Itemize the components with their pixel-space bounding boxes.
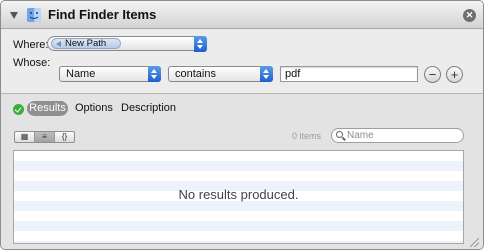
tab-options[interactable]: Options bbox=[75, 101, 113, 116]
success-check-icon bbox=[13, 104, 24, 115]
operator-stepper-icon bbox=[260, 66, 273, 82]
icon-view-icon[interactable]: ▦ bbox=[15, 132, 35, 142]
list-view-icon[interactable]: ≡ bbox=[35, 132, 55, 142]
where-stepper-icon bbox=[194, 36, 207, 52]
operator-popup[interactable]: contains bbox=[168, 66, 273, 82]
where-value: New Path bbox=[65, 38, 107, 49]
action-options: Where: New Path Whose: Name contains pdf… bbox=[1, 30, 483, 93]
results-search-input[interactable]: Name bbox=[331, 128, 464, 143]
finder-icon bbox=[27, 8, 41, 22]
attribute-stepper-icon bbox=[148, 66, 161, 82]
search-icon bbox=[336, 131, 343, 138]
results-list[interactable]: No results produced. bbox=[13, 150, 464, 244]
action-panel: Find Finder Items ✕ Where: New Path Whos… bbox=[0, 0, 484, 250]
where-path-popup[interactable]: New Path bbox=[47, 36, 207, 52]
results-area: Results Options Description ▦ ≡ {} 0 ite… bbox=[1, 93, 483, 249]
view-mode-selector: ▦ ≡ {} bbox=[14, 131, 75, 143]
tab-description[interactable]: Description bbox=[121, 101, 176, 116]
search-placeholder: Name bbox=[347, 130, 374, 141]
operator-value: contains bbox=[175, 68, 216, 80]
where-label: Where: bbox=[13, 39, 49, 51]
remove-criterion-button[interactable]: − bbox=[424, 66, 441, 83]
action-title: Find Finder Items bbox=[48, 7, 157, 22]
whose-label: Whose: bbox=[13, 57, 51, 69]
tab-results[interactable]: Results bbox=[27, 101, 68, 116]
close-icon[interactable]: ✕ bbox=[463, 9, 476, 22]
items-count: 0 items bbox=[292, 131, 322, 141]
attribute-value: Name bbox=[66, 68, 96, 80]
code-view-icon[interactable]: {} bbox=[55, 132, 74, 142]
path-arrow-icon bbox=[56, 41, 61, 47]
add-criterion-button[interactable]: + bbox=[446, 66, 463, 83]
path-pill: New Path bbox=[51, 38, 121, 49]
criteria-text-field[interactable]: pdf bbox=[280, 66, 418, 82]
resize-grip-icon[interactable] bbox=[470, 238, 479, 247]
action-titlebar: Find Finder Items ✕ bbox=[1, 1, 483, 29]
disclosure-triangle-icon[interactable] bbox=[10, 12, 18, 19]
attribute-popup[interactable]: Name bbox=[59, 66, 161, 82]
empty-results-message: No results produced. bbox=[178, 187, 299, 202]
